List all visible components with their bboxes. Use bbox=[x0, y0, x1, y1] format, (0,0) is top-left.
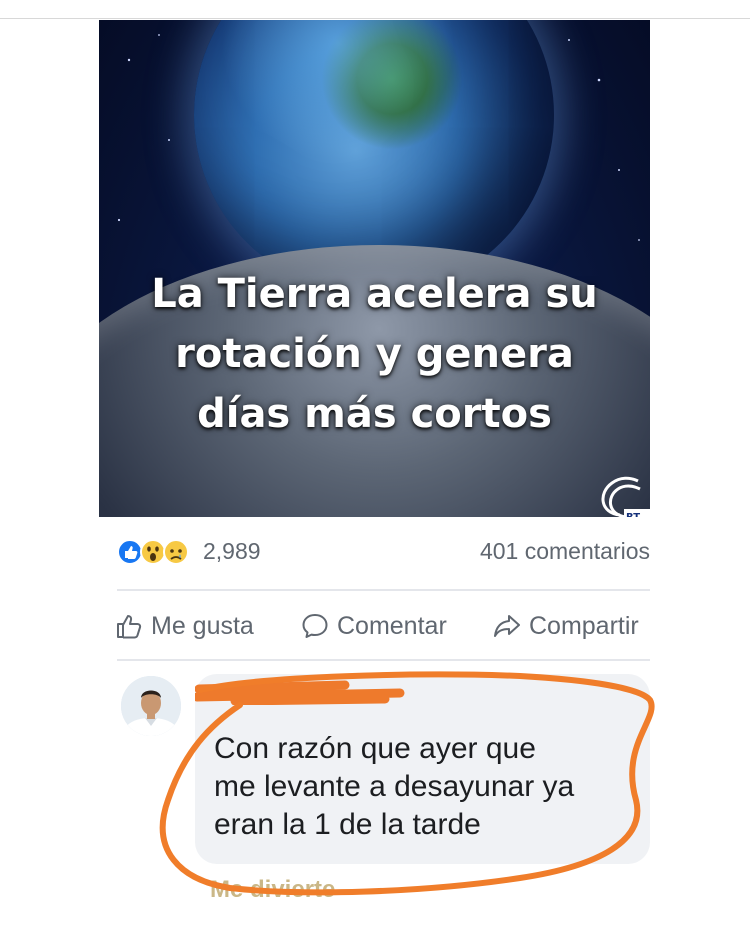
headline-line: rotación y genera bbox=[175, 331, 574, 377]
post-image[interactable]: La Tierra acelera su rotación y genera d… bbox=[99, 20, 650, 517]
like-reaction-icon bbox=[117, 539, 143, 565]
commenter-avatar[interactable] bbox=[121, 676, 181, 736]
author-name-scribble bbox=[195, 680, 405, 705]
svg-text:RT: RT bbox=[626, 512, 640, 517]
share-button[interactable]: Compartir bbox=[493, 606, 650, 646]
channel-logo-icon: RT bbox=[601, 476, 650, 517]
share-arrow-icon bbox=[494, 615, 520, 637]
comment-reaction-link[interactable]: Me divierte bbox=[210, 876, 335, 904]
comment-button[interactable]: Comentar bbox=[301, 606, 447, 646]
top-divider bbox=[0, 18, 750, 19]
wow-reaction-icon bbox=[140, 539, 166, 565]
thumbs-up-icon bbox=[117, 615, 142, 639]
reaction-count: 2,989 bbox=[203, 538, 261, 564]
divider bbox=[117, 659, 650, 661]
comments-count-link[interactable]: 401 comentarios bbox=[480, 538, 650, 565]
comment-line: eran la 1 de la tarde bbox=[214, 808, 481, 841]
like-label: Me gusta bbox=[151, 611, 254, 640]
divider bbox=[117, 589, 650, 591]
post-headline: La Tierra acelera su rotación y genera d… bbox=[99, 264, 650, 444]
reaction-icons bbox=[117, 539, 189, 565]
share-label: Compartir bbox=[529, 611, 639, 640]
headline-line: La Tierra acelera su bbox=[151, 271, 598, 317]
comment-label: Comentar bbox=[337, 611, 447, 640]
like-button[interactable]: Me gusta bbox=[115, 606, 254, 646]
speech-bubble-icon bbox=[302, 614, 328, 638]
comment-text: Con razón que ayer que me levante a desa… bbox=[214, 730, 644, 844]
sad-reaction-icon bbox=[163, 539, 189, 565]
avatar-photo bbox=[121, 676, 181, 736]
reactions-summary[interactable]: 2,989 401 comentarios bbox=[117, 533, 650, 573]
comment-line: Con razón que ayer que bbox=[214, 732, 536, 765]
comment-line: me levante a desayunar ya bbox=[214, 770, 575, 803]
post-actions: Me gusta Comentar Compartir bbox=[115, 606, 650, 646]
headline-line: días más cortos bbox=[197, 391, 552, 437]
